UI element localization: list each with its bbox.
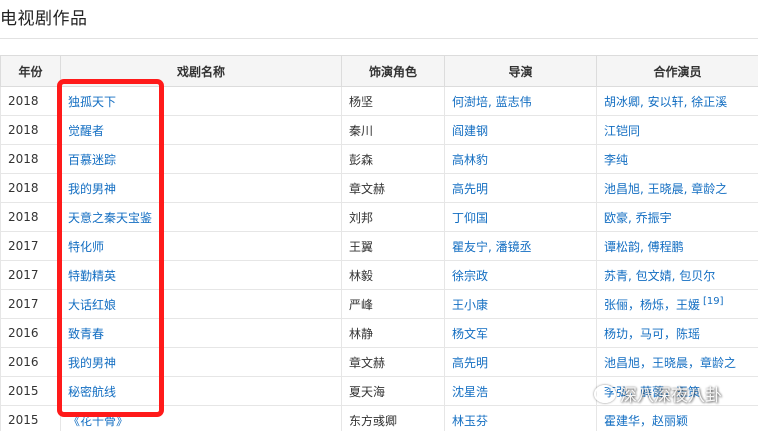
cell-costars: 池昌旭, 王晓晨, 章龄之 xyxy=(596,173,758,203)
cell-director-link[interactable]: 瞿友宁, 潘镜丞 xyxy=(444,231,597,261)
cell-costars: 李弘，薛蕾，王策 xyxy=(596,376,758,406)
cell-drama-name-link[interactable]: 百慕迷踪 xyxy=(60,144,342,174)
costars-link[interactable]: 胡冰卿, 安以轩, 徐正溪 xyxy=(604,95,727,109)
cell-costars: 池昌旭，王晓晨，章龄之 xyxy=(596,347,758,377)
cell-director-link[interactable]: 高林豹 xyxy=(444,144,597,174)
cell-role: 章文赫 xyxy=(341,347,445,377)
cell-drama-name-link[interactable]: 致青春 xyxy=(60,318,342,348)
cell-director-link[interactable]: 高先明 xyxy=(444,347,597,377)
title-divider xyxy=(0,38,758,39)
cell-role: 王翼 xyxy=(341,231,445,261)
cell-role: 林毅 xyxy=(341,260,445,290)
costars-link[interactable]: 江铠同 xyxy=(604,124,640,138)
header-drama-name: 戏剧名称 xyxy=(60,55,342,87)
cell-role: 夏天海 xyxy=(341,376,445,406)
cell-role: 刘邦 xyxy=(341,202,445,232)
cell-director-link[interactable]: 王小康 xyxy=(444,289,597,319)
table-row: 2017 特勤精英 林毅 徐宗政 苏青, 包文婧, 包贝尔 xyxy=(0,260,758,290)
costars-link[interactable]: 李纯 xyxy=(604,153,628,167)
table-row: 2016 致青春 林静 杨文军 杨玏，马可，陈瑶 xyxy=(0,318,758,348)
cell-year: 2015 xyxy=(0,376,61,406)
cell-director-link[interactable]: 徐宗政 xyxy=(444,260,597,290)
cell-year: 2018 xyxy=(0,144,61,174)
table-row: 2018 觉醒者 秦川 阎建钢 江铠同 xyxy=(0,115,758,145)
costars-link[interactable]: 池昌旭, 王晓晨, 章龄之 xyxy=(604,182,727,196)
cell-year: 2018 xyxy=(0,202,61,232)
table-row: 2018 天意之秦天宝鉴 刘邦 丁仰国 欧豪, 乔振宇 xyxy=(0,202,758,232)
cell-role: 秦川 xyxy=(341,115,445,145)
cell-costars: 杨玏，马可，陈瑶 xyxy=(596,318,758,348)
table-row: 2018 我的男神 章文赫 高先明 池昌旭, 王晓晨, 章龄之 xyxy=(0,173,758,203)
cell-year: 2016 xyxy=(0,347,61,377)
cell-role: 严峰 xyxy=(341,289,445,319)
table-row: 2017 特化师 王翼 瞿友宁, 潘镜丞 谭松韵, 傅程鹏 xyxy=(0,231,758,261)
cell-year: 2016 xyxy=(0,318,61,348)
cell-costars: 江铠同 xyxy=(596,115,758,145)
cell-director-link[interactable]: 阎建钢 xyxy=(444,115,597,145)
costars-link[interactable]: 苏青, 包文婧, 包贝尔 xyxy=(604,269,715,283)
cell-role: 林静 xyxy=(341,318,445,348)
table-row: 2016 我的男神 章文赫 高先明 池昌旭，王晓晨，章龄之 xyxy=(0,347,758,377)
costars-link[interactable]: 欧豪, 乔振宇 xyxy=(604,211,672,225)
cell-drama-name-link[interactable]: 天意之秦天宝鉴 xyxy=(60,202,342,232)
header-costars: 合作演员 xyxy=(596,55,758,87)
cell-role: 彭森 xyxy=(341,144,445,174)
costars-link[interactable]: 李弘，薛蕾，王策 xyxy=(604,385,700,399)
cell-role: 东方彧卿 xyxy=(341,405,445,431)
costars-link[interactable]: 杨玏，马可，陈瑶 xyxy=(604,327,700,341)
cell-year: 2018 xyxy=(0,115,61,145)
costars-link[interactable]: 池昌旭，王晓晨，章龄之 xyxy=(604,356,736,370)
cell-director-link[interactable]: 杨文军 xyxy=(444,318,597,348)
cell-costars: 谭松韵, 傅程鹏 xyxy=(596,231,758,261)
cell-role: 杨坚 xyxy=(341,86,445,116)
cell-director-link[interactable]: 沈星浩 xyxy=(444,376,597,406)
cell-year: 2017 xyxy=(0,289,61,319)
page: 电视剧作品 年份 戏剧名称 饰演角色 导演 合作演员 2018 独孤天下 杨坚 何澍培… xyxy=(0,0,758,431)
cell-director-link[interactable]: 何澍培, 蓝志伟 xyxy=(444,86,597,116)
table-row: 2015 《花千骨》 东方彧卿 林玉芬 霍建华，赵丽颖 xyxy=(0,405,758,431)
tv-works-table: 年份 戏剧名称 饰演角色 导演 合作演员 2018 独孤天下 杨坚 何澍培, 蓝志伟胡… xyxy=(0,55,758,431)
cell-drama-name-link[interactable]: 觉醒者 xyxy=(60,115,342,145)
table-row: 2018 独孤天下 杨坚 何澍培, 蓝志伟 胡冰卿, 安以轩, 徐正溪 xyxy=(0,86,758,116)
reference-link[interactable]: [19] xyxy=(703,296,724,307)
section-title: 电视剧作品 xyxy=(0,9,88,29)
cell-drama-name-link[interactable]: 《花千骨》 xyxy=(60,405,342,431)
costars-link[interactable]: 谭松韵, 傅程鹏 xyxy=(604,240,684,254)
cell-role: 章文赫 xyxy=(341,173,445,203)
cell-drama-name-link[interactable]: 我的男神 xyxy=(60,347,342,377)
cell-drama-name-link[interactable]: 特化师 xyxy=(60,231,342,261)
cell-drama-name-link[interactable]: 特勤精英 xyxy=(60,260,342,290)
table-row: 2017 大话红娘 严峰 王小康 张俪，杨烁，王媛 [19] xyxy=(0,289,758,319)
cell-director-link[interactable]: 高先明 xyxy=(444,173,597,203)
cell-drama-name-link[interactable]: 秘密航线 xyxy=(60,376,342,406)
cell-year: 2017 xyxy=(0,260,61,290)
cell-director-link[interactable]: 丁仰国 xyxy=(444,202,597,232)
cell-costars: 胡冰卿, 安以轩, 徐正溪 xyxy=(596,86,758,116)
cell-costars: 张俪，杨烁，王媛 [19] xyxy=(596,289,758,319)
cell-year: 2018 xyxy=(0,173,61,203)
cell-drama-name-link[interactable]: 我的男神 xyxy=(60,173,342,203)
cell-director-link[interactable]: 林玉芬 xyxy=(444,405,597,431)
cell-costars: 欧豪, 乔振宇 xyxy=(596,202,758,232)
cell-costars: 李纯 xyxy=(596,144,758,174)
cell-year: 2017 xyxy=(0,231,61,261)
costars-link[interactable]: 霍建华，赵丽颖 xyxy=(604,414,688,428)
cell-drama-name-link[interactable]: 独孤天下 xyxy=(60,86,342,116)
table-header-row: 年份 戏剧名称 饰演角色 导演 合作演员 xyxy=(0,55,758,87)
cell-year: 2018 xyxy=(0,86,61,116)
header-year: 年份 xyxy=(0,55,61,87)
table-row: 2018 百慕迷踪 彭森 高林豹 李纯 xyxy=(0,144,758,174)
cell-drama-name-link[interactable]: 大话红娘 xyxy=(60,289,342,319)
header-director: 导演 xyxy=(444,55,597,87)
table-row: 2015 秘密航线 夏天海 沈星浩 李弘，薛蕾，王策 xyxy=(0,376,758,406)
costars-link[interactable]: 张俪，杨烁，王媛 xyxy=(604,298,700,312)
cell-costars: 苏青, 包文婧, 包贝尔 xyxy=(596,260,758,290)
cell-year: 2015 xyxy=(0,405,61,431)
header-role: 饰演角色 xyxy=(341,55,445,87)
cell-costars: 霍建华，赵丽颖 xyxy=(596,405,758,431)
table-body: 2018 独孤天下 杨坚 何澍培, 蓝志伟 胡冰卿, 安以轩, 徐正溪 2018 觉醒者 秦川… xyxy=(0,86,758,431)
